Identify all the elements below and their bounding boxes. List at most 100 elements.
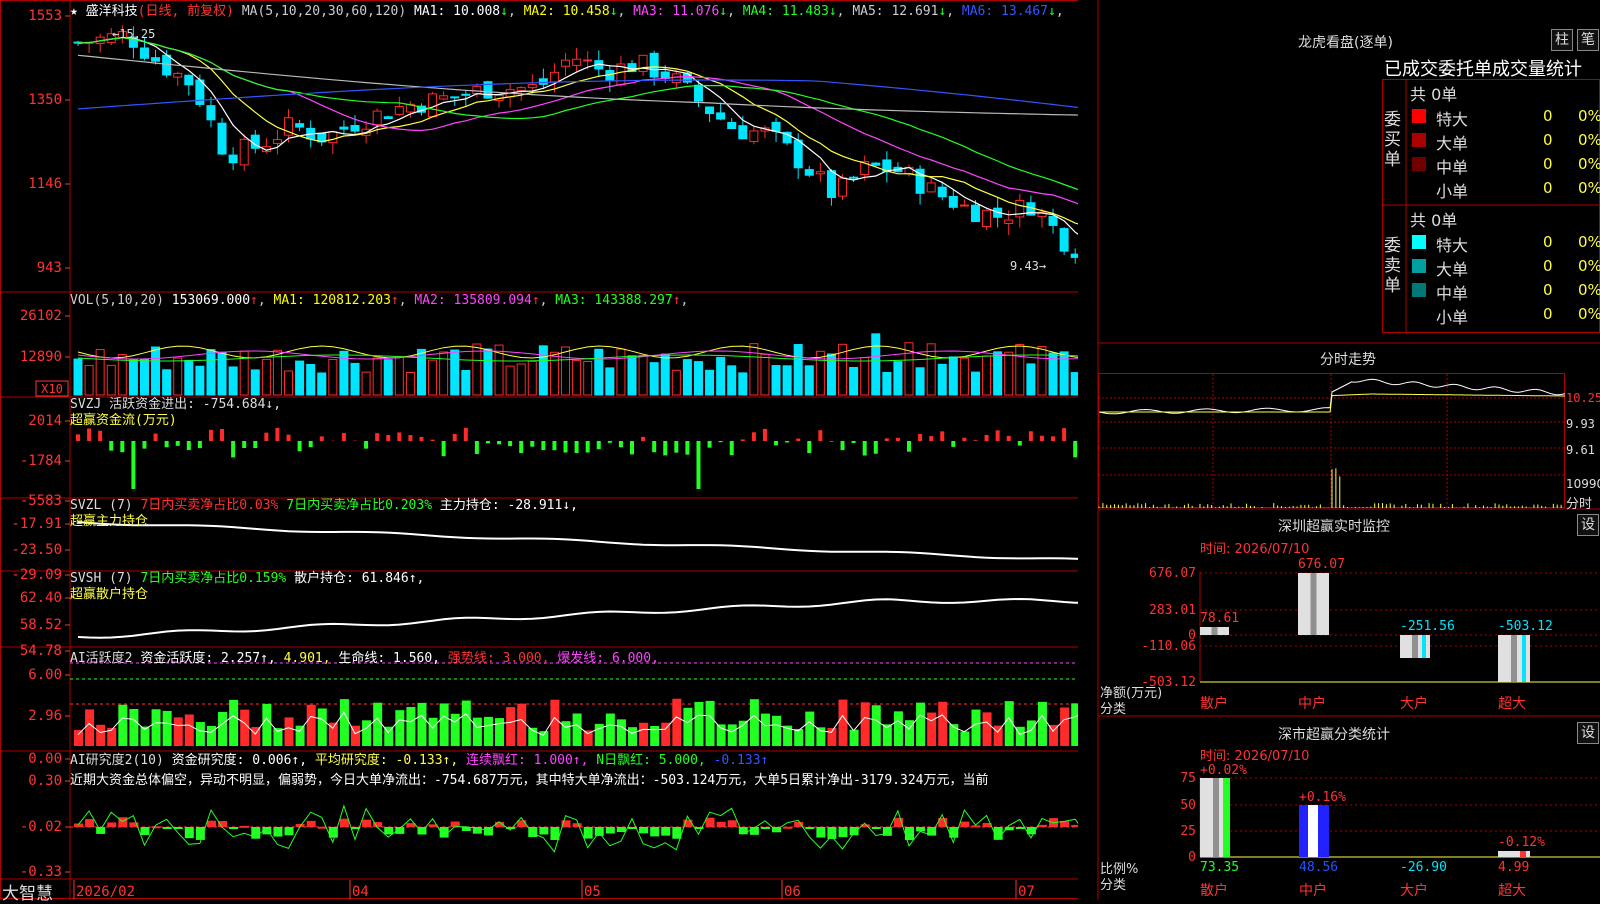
ai-research-header: AI研究度2(10) 资金研究度: 0.006↑, 平均研究度: -0.133↑… bbox=[70, 751, 1075, 791]
flow-bar bbox=[142, 441, 146, 449]
volume-bar bbox=[584, 361, 592, 395]
flow-bar bbox=[586, 441, 590, 452]
flow-bar bbox=[896, 438, 900, 441]
flow-bar bbox=[165, 441, 169, 447]
ai-active-header: AI活跃度2 资金活跃度: 2.257↑, 4.901, 生命线: 1.560,… bbox=[70, 647, 659, 666]
intraday-mode: 分时 bbox=[1566, 493, 1592, 512]
research-bar bbox=[1016, 827, 1025, 829]
candle-body bbox=[351, 125, 359, 131]
activity-bar bbox=[262, 704, 271, 746]
classify-delta-label: -0.12% bbox=[1498, 835, 1545, 850]
classify-value-label: -26.90 bbox=[1400, 860, 1447, 875]
volume-bar bbox=[728, 366, 736, 395]
candle-body bbox=[850, 177, 858, 178]
ai-active-text-b: 4.901, bbox=[284, 651, 331, 666]
flow-bar bbox=[298, 441, 302, 451]
volume-bar bbox=[794, 345, 802, 395]
sell-row-name: 中单 bbox=[1436, 280, 1468, 304]
svsh-line bbox=[78, 599, 1078, 638]
buy-row-4: 小单00% bbox=[1410, 176, 1600, 200]
candle-body bbox=[384, 117, 392, 119]
research-bar bbox=[550, 827, 559, 840]
volume-bar bbox=[783, 366, 791, 395]
svzj-line1: SVZJ 活跃资金进出: -754.684↓, bbox=[70, 397, 281, 413]
y-tick-label: 2014 bbox=[28, 413, 62, 429]
flow-bar bbox=[985, 435, 989, 441]
activity-bar bbox=[163, 711, 172, 746]
sell-row-pct: 0% bbox=[1578, 305, 1600, 323]
ai-research-text-a: 资金研究度: 0.006↑, bbox=[172, 753, 307, 768]
buy-row-pct: 0% bbox=[1578, 179, 1600, 197]
volume-bar bbox=[916, 368, 924, 395]
flow-bar bbox=[1029, 431, 1033, 441]
activity-bar bbox=[683, 708, 692, 746]
research-bar bbox=[207, 821, 216, 827]
star-icon[interactable]: ★ bbox=[70, 4, 78, 19]
monitor-bar-shade bbox=[1412, 635, 1418, 658]
svsh-text-a: 7日内买卖净占比0.159% bbox=[140, 571, 286, 586]
volume-bar bbox=[628, 356, 636, 395]
activity-bar bbox=[839, 700, 848, 746]
main-header: ★ 盛洋科技(日线, 前复权) MA(5,10,20,30,60,120) MA… bbox=[70, 0, 1064, 16]
flow-bar bbox=[209, 430, 213, 441]
buy-swatch-4 bbox=[1412, 181, 1426, 195]
research-bar bbox=[539, 827, 548, 834]
flow-bar bbox=[131, 441, 135, 489]
flow-bar bbox=[807, 441, 811, 453]
monitor-y-tick: -110.06 bbox=[1141, 639, 1196, 654]
monitor-bar-2 bbox=[1298, 573, 1329, 635]
activity-bar bbox=[196, 722, 205, 746]
activity-bar bbox=[362, 720, 371, 746]
candle-body bbox=[517, 88, 525, 91]
tick-view-button[interactable]: 笔 bbox=[1577, 29, 1599, 51]
y-tick-label: -1784 bbox=[20, 453, 62, 469]
logo[interactable]: 大智慧 bbox=[2, 879, 53, 904]
volume-bar bbox=[971, 372, 979, 395]
activity-bar bbox=[307, 705, 316, 746]
candle-body bbox=[539, 79, 547, 85]
flow-bar bbox=[641, 437, 645, 441]
flow-bar bbox=[87, 428, 91, 441]
candle-body bbox=[273, 140, 281, 144]
volume-bar bbox=[750, 344, 758, 395]
flow-bar bbox=[973, 440, 977, 441]
vol-value-3: MA2: 135809.094 bbox=[414, 293, 531, 308]
flow-bar bbox=[1062, 428, 1066, 441]
monitor-category-label: 中户 bbox=[1298, 695, 1326, 712]
bar-view-button[interactable]: 柱 bbox=[1551, 29, 1573, 51]
buy-row-2: 大单00% bbox=[1410, 128, 1600, 152]
sell-rows: 特大00%大单00%中单00%小单00% bbox=[1410, 230, 1600, 326]
flow-bar bbox=[375, 433, 379, 441]
flow-bar bbox=[419, 437, 423, 441]
sell-row-2: 大单00% bbox=[1410, 254, 1600, 278]
volume-bar bbox=[528, 361, 536, 395]
volume-bar bbox=[262, 359, 270, 395]
classify-bar-shade bbox=[1213, 778, 1219, 857]
flow-bar bbox=[962, 438, 966, 441]
flow-bar bbox=[475, 441, 479, 454]
volume-bar bbox=[517, 364, 525, 395]
buy-row-value: 0 bbox=[1543, 155, 1553, 173]
classify-bar-accent bbox=[1520, 851, 1526, 857]
y-tick-label: 1146 bbox=[28, 176, 62, 192]
sz-classify-settings-button[interactable]: 设 bbox=[1577, 722, 1599, 744]
buy-row-name: 大单 bbox=[1436, 130, 1468, 154]
vol-unit-label: X10 bbox=[41, 382, 63, 396]
candle-body bbox=[706, 107, 714, 114]
candle-body bbox=[550, 72, 558, 81]
ma-value-5: MA5: 12.691 bbox=[852, 4, 938, 19]
sz-monitor-settings-button[interactable]: 设 bbox=[1577, 514, 1599, 536]
flow-bar bbox=[630, 441, 634, 454]
date-label: 04 bbox=[352, 884, 369, 900]
activity-bar bbox=[285, 717, 294, 746]
buy-row-name: 中单 bbox=[1436, 154, 1468, 178]
monitor-value-label: 676.07 bbox=[1298, 557, 1345, 572]
svzl-text-a: 7日内买卖净占比0.03% bbox=[140, 498, 278, 513]
research-bar bbox=[761, 827, 770, 829]
volume-bar bbox=[163, 370, 171, 395]
volume-bar bbox=[994, 352, 1002, 395]
activity-bar bbox=[971, 710, 980, 746]
monitor-category-label: 超大 bbox=[1498, 696, 1526, 712]
research-bar bbox=[706, 818, 715, 827]
intraday-box bbox=[1099, 374, 1565, 508]
